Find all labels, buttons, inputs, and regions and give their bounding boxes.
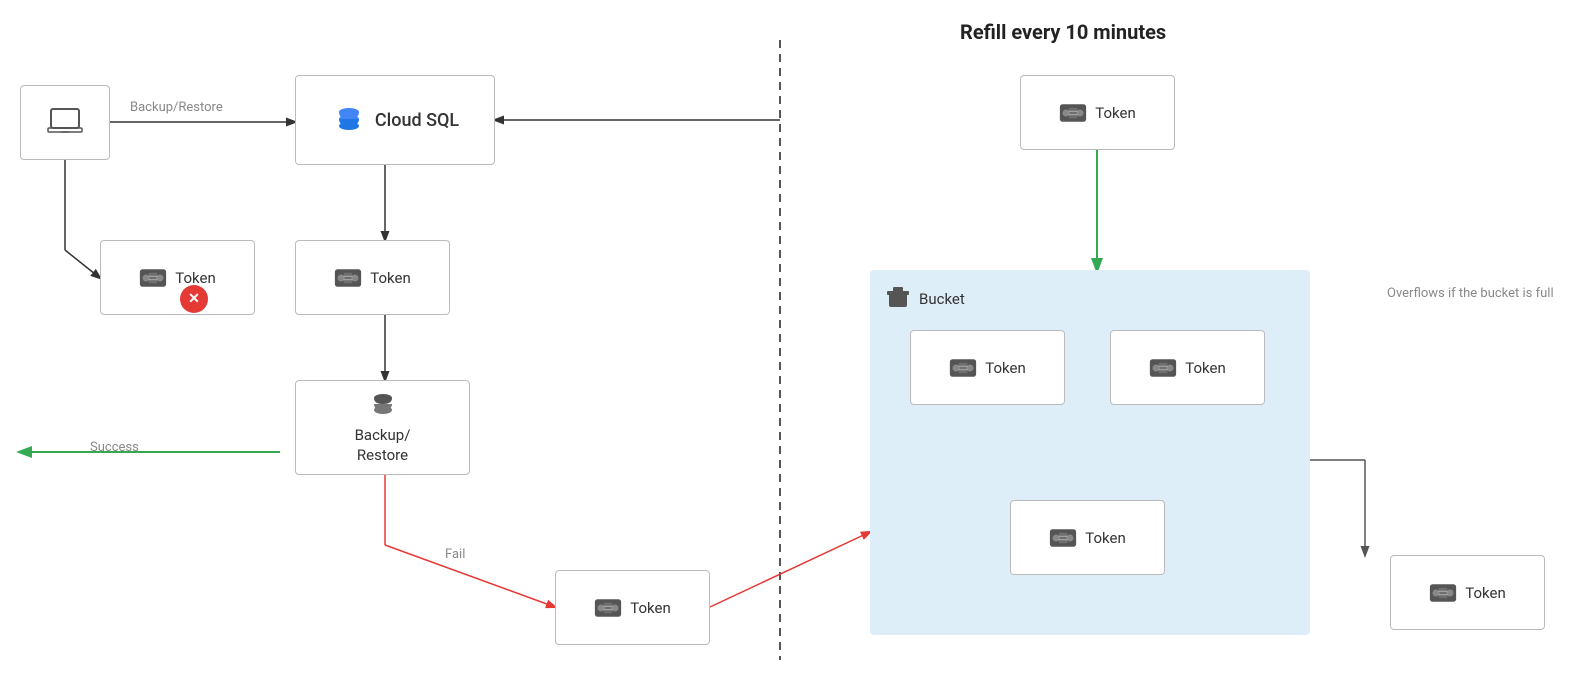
token-box-center-top: Token xyxy=(295,240,450,315)
laptop-box xyxy=(20,85,110,160)
backup-restore-box: Backup/Restore xyxy=(295,380,470,475)
bucket-icon xyxy=(885,285,911,313)
overflow-text: Overflows if the bucket is full xyxy=(1387,285,1562,303)
diagram-container: Refill every 10 minutes xyxy=(0,0,1582,690)
token-box-fail: Token xyxy=(555,570,710,645)
cloud-sql-icon xyxy=(331,102,367,138)
token-icon-bucket-bc xyxy=(1049,528,1077,548)
token-icon-overflow xyxy=(1429,583,1457,603)
token-bucket-bc: Token xyxy=(1010,500,1165,575)
backup-restore-arrow-label: Backup/Restore xyxy=(130,100,223,115)
cloud-sql-label: Cloud SQL xyxy=(375,110,459,131)
bucket-label-row: Bucket xyxy=(885,285,965,313)
token-box-left-mid: Token xyxy=(100,240,255,315)
bucket-label: Bucket xyxy=(919,290,965,308)
token-label-bucket-bc: Token xyxy=(1085,529,1125,547)
token-label-bucket-tl: Token xyxy=(985,359,1025,377)
backup-restore-label: Backup/Restore xyxy=(355,426,411,465)
token-label-1: Token xyxy=(175,269,215,287)
bucket-area: Bucket Token xyxy=(870,270,1310,635)
success-label: Success xyxy=(90,440,139,455)
token-bucket-tl: Token xyxy=(910,330,1065,405)
token-box-refill: Token xyxy=(1020,75,1175,150)
arrows-overlay xyxy=(0,0,1582,690)
token-label-bucket-tr: Token xyxy=(1185,359,1225,377)
token-icon-fail xyxy=(594,598,622,618)
token-overflow-box: Token xyxy=(1390,555,1545,630)
token-icon-bucket-tr xyxy=(1149,358,1177,378)
token-icon-refill xyxy=(1059,103,1087,123)
token-bucket-tr: Token xyxy=(1110,330,1265,405)
token-icon-2 xyxy=(334,268,362,288)
red-x-badge: ✕ xyxy=(180,285,208,313)
cloud-sql-box: Cloud SQL xyxy=(295,75,495,165)
database-icon xyxy=(369,390,397,422)
token-label-overflow: Token xyxy=(1465,584,1505,602)
diagram-title: Refill every 10 minutes xyxy=(960,20,1166,44)
token-label-2: Token xyxy=(370,269,410,287)
token-label-fail: Token xyxy=(630,599,670,617)
token-label-refill: Token xyxy=(1095,104,1135,122)
fail-label: Fail xyxy=(445,547,465,562)
token-icon-1 xyxy=(139,268,167,288)
token-icon-bucket-tl xyxy=(949,358,977,378)
laptop-icon xyxy=(47,107,83,139)
